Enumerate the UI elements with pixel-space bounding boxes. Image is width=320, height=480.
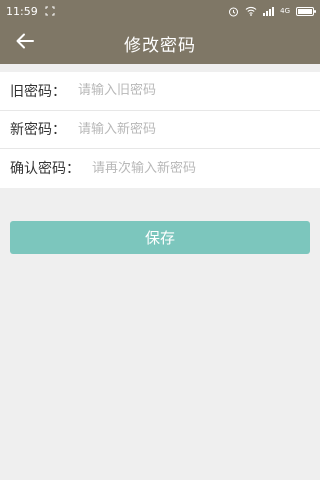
new-password-label: 新密码：: [10, 122, 66, 139]
alarm-icon: [227, 5, 239, 17]
status-bar: 11:59 4G: [0, 0, 320, 22]
save-button[interactable]: 保存: [10, 221, 310, 254]
old-password-input[interactable]: [78, 83, 320, 99]
old-password-label: 旧密码：: [10, 83, 66, 100]
confirm-password-row: 确认密码：: [0, 149, 320, 188]
wifi-icon: [245, 5, 257, 17]
arrow-left-icon: [16, 33, 34, 53]
back-button[interactable]: [12, 30, 38, 56]
confirm-password-input[interactable]: [92, 160, 320, 176]
old-password-row: 旧密码：: [0, 72, 320, 111]
screenshot-icon: [44, 5, 56, 17]
confirm-password-label: 确认密码：: [10, 161, 80, 178]
cellular-signal-icon: [263, 6, 275, 16]
new-password-row: 新密码：: [0, 111, 320, 150]
network-type-label: 4G: [280, 7, 290, 15]
new-password-input[interactable]: [78, 121, 320, 137]
app-bar: 修改密码: [0, 22, 320, 64]
status-time: 11:59: [6, 4, 38, 18]
password-form: 旧密码： 新密码： 确认密码：: [0, 72, 320, 188]
page-title: 修改密码: [124, 35, 196, 56]
battery-icon: [296, 6, 316, 16]
